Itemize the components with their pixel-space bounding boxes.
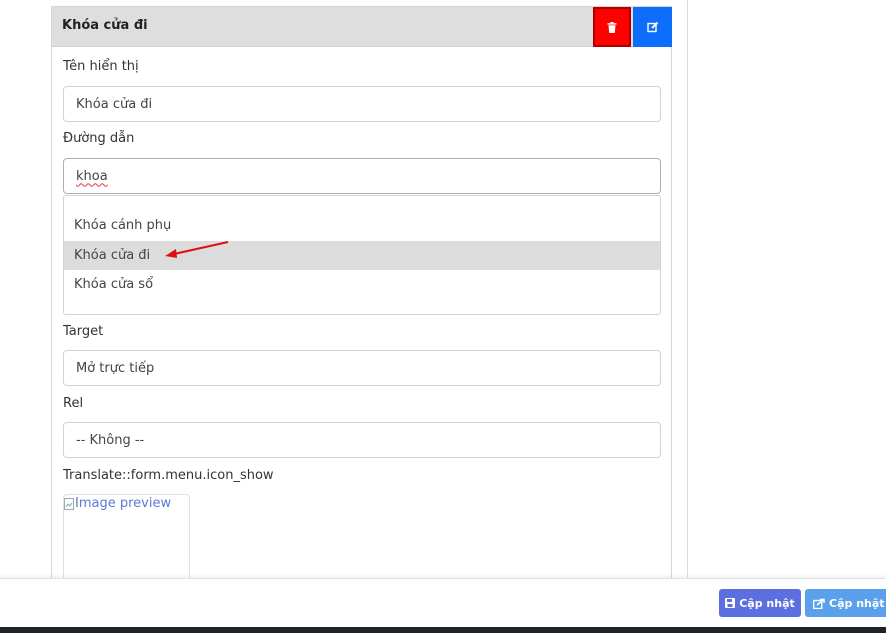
rel-select[interactable]: -- Không -- (63, 422, 661, 458)
suggestion-label: Khóa cánh phụ (74, 218, 172, 233)
update-and-continue-label: Cập nhật v (829, 596, 886, 610)
target-label: Target (63, 324, 104, 339)
suggestion-item[interactable]: Khóa cửa sổ (64, 270, 660, 299)
menu-item-panel: Khóa cửa đi Tên hiển thị Khóa cửa đi Đườ… (51, 6, 672, 584)
update-and-continue-button[interactable]: Cập nhật v (805, 589, 886, 617)
suggestion-item[interactable]: Khóa cánh phụ (64, 211, 660, 240)
share-icon (813, 598, 825, 609)
broken-image-icon (64, 497, 74, 510)
save-icon (725, 598, 736, 608)
delete-button[interactable] (593, 7, 631, 47)
update-button-label: Cập nhật (739, 596, 795, 610)
panel-header: Khóa cửa đi (52, 7, 672, 47)
edit-button[interactable] (633, 7, 672, 47)
rel-value: -- Không -- (76, 432, 145, 448)
suggestion-label: Khóa cửa sổ (74, 277, 154, 292)
display-name-label: Tên hiển thị (63, 59, 139, 74)
annotation-arrow-icon (165, 241, 229, 258)
path-input[interactable]: khoa (63, 158, 661, 194)
trash-icon (607, 21, 617, 33)
image-alt-text: Image preview (75, 496, 172, 511)
display-name-input[interactable]: Khóa cửa đi (63, 86, 661, 122)
path-value: khoa (76, 168, 108, 184)
path-label: Đường dẫn (63, 131, 135, 146)
icon-show-label: Translate::form.menu.icon_show (63, 468, 274, 483)
suggestion-label: Khóa cửa đi (74, 248, 151, 263)
update-button[interactable]: Cập nhật (719, 589, 801, 617)
display-name-value: Khóa cửa đi (76, 96, 153, 112)
target-select[interactable]: Mở trực tiếp (63, 350, 661, 386)
path-suggestion-list: Khóa cánh phụ Khóa cửa đi Khóa cửa sổ (63, 195, 661, 315)
target-value: Mở trực tiếp (76, 360, 155, 376)
footer-bar: Cập nhật Cập nhật v (0, 578, 886, 627)
rel-label: Rel (63, 396, 84, 411)
panel-title: Khóa cửa đi (62, 18, 148, 33)
bottom-bar (0, 627, 886, 633)
suggestion-item-selected[interactable]: Khóa cửa đi (64, 241, 660, 270)
column-divider (687, 0, 688, 578)
image-preview[interactable]: Image preview (63, 494, 190, 584)
edit-icon (646, 21, 658, 33)
